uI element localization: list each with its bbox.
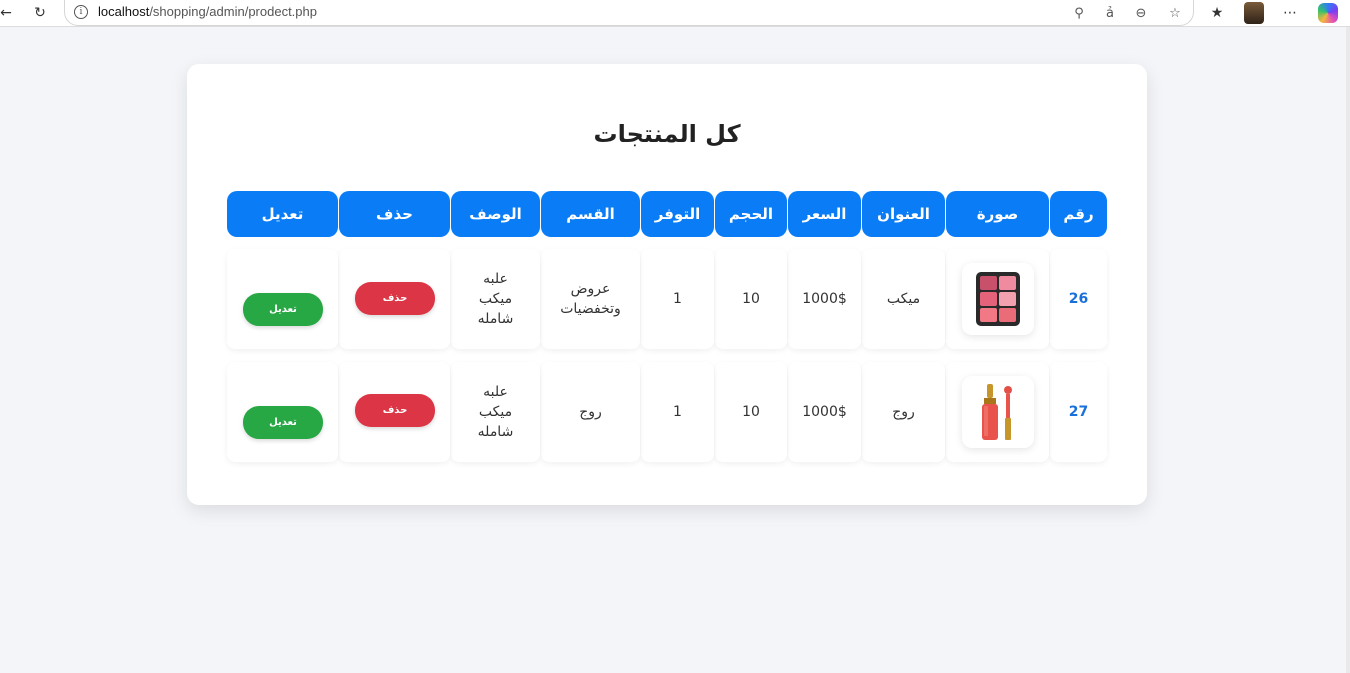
makeup-palette-icon — [975, 272, 1020, 326]
table-row-price: 1000$ — [788, 362, 861, 462]
browser-toolbar: ← ↻ i localhost/shopping/admin/prodect.p… — [0, 0, 1350, 27]
table-row-description: علبه ميكب شامله — [451, 249, 540, 349]
edit-button[interactable]: تعديل — [243, 406, 323, 439]
table-row-description: علبه ميكب شامله — [451, 362, 540, 462]
url-text[interactable]: localhost/shopping/admin/prodect.php — [98, 4, 317, 19]
table-row-category: روج — [541, 362, 640, 462]
header-title: العنوان — [862, 191, 945, 237]
header-category: القسم — [541, 191, 640, 237]
header-id: رقم — [1050, 191, 1107, 237]
header-size: الحجم — [715, 191, 787, 237]
product-thumbnail — [961, 376, 1034, 448]
star-icon[interactable]: ☆ — [1165, 3, 1185, 23]
delete-button[interactable]: حذف — [355, 282, 435, 315]
header-price: السعر — [788, 191, 861, 237]
table-row-title: روج — [862, 362, 945, 462]
table-row-id: 26 — [1050, 249, 1107, 349]
header-availability: التوفر — [641, 191, 714, 237]
translate-icon[interactable]: ả — [1100, 3, 1120, 23]
zoom-icon[interactable]: ⊖ — [1131, 3, 1151, 23]
profile-avatar[interactable] — [1244, 2, 1264, 24]
header-description: الوصف — [451, 191, 540, 237]
table-row-price: 1000$ — [788, 249, 861, 349]
table-row-image-cell — [946, 362, 1049, 462]
table-row-size: 10 — [715, 362, 787, 462]
address-bar[interactable]: i localhost/shopping/admin/prodect.php ⚲… — [64, 0, 1194, 26]
table-row-id: 27 — [1050, 362, 1107, 462]
site-info-icon[interactable]: i — [74, 5, 88, 19]
back-icon[interactable]: ← — [0, 3, 16, 23]
table-row-size: 10 — [715, 249, 787, 349]
scrollbar[interactable] — [1346, 27, 1350, 673]
table-row-image-cell — [946, 249, 1049, 349]
header-delete: حذف — [339, 191, 450, 237]
lipstick-icon — [981, 384, 1012, 440]
table-row-availability: 1 — [641, 362, 714, 462]
copilot-icon[interactable] — [1318, 3, 1338, 23]
page-title: كل المنتجات — [593, 120, 741, 148]
header-edit: تعديل — [227, 191, 338, 237]
table-row-category: عروض وتخفضيات — [541, 249, 640, 349]
product-thumbnail — [961, 263, 1034, 335]
key-icon[interactable]: ⚲ — [1069, 3, 1089, 23]
delete-button[interactable]: حذف — [355, 394, 435, 427]
table-row-title: ميكب — [862, 249, 945, 349]
header-image: صورة — [946, 191, 1049, 237]
edit-button[interactable]: تعديل — [243, 293, 323, 326]
table-row-availability: 1 — [641, 249, 714, 349]
favorites-icon[interactable]: ★ — [1207, 3, 1227, 23]
products-card: كل المنتجات رقم صورة العنوان السعر الحجم… — [187, 64, 1147, 505]
more-icon[interactable]: ⋯ — [1280, 3, 1300, 23]
reload-icon[interactable]: ↻ — [30, 3, 50, 23]
